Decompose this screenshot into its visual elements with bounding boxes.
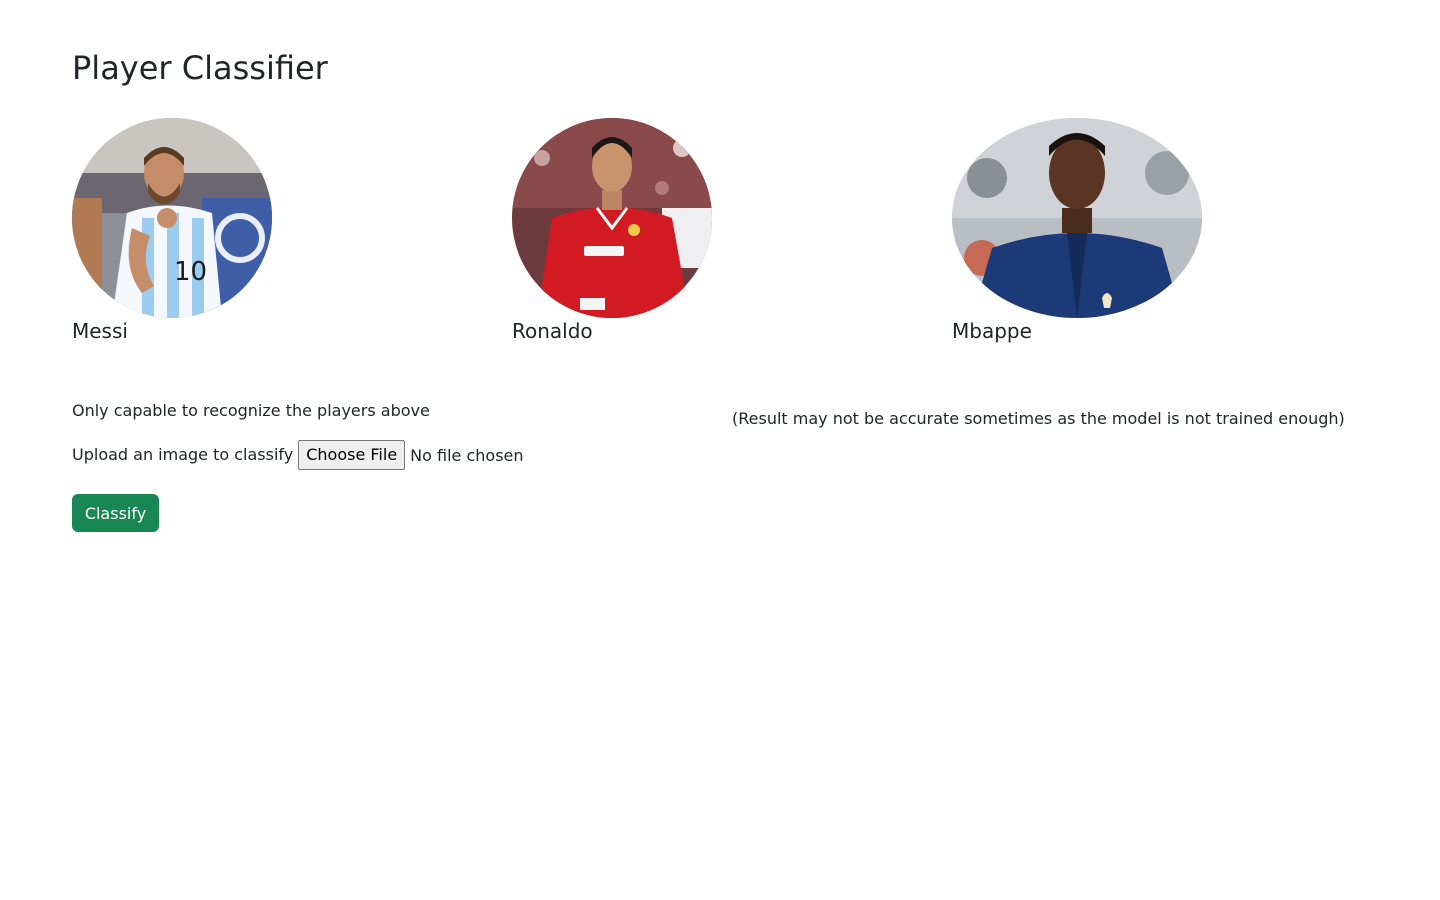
classify-button[interactable]: Classify — [72, 494, 159, 532]
svg-text:10: 10 — [174, 257, 207, 287]
player-photo-ronaldo — [512, 118, 712, 318]
player-card-ronaldo: Ronaldo — [512, 118, 712, 343]
player-card-messi: 10 Messi — [72, 118, 272, 343]
player-photo-mbappe — [952, 118, 1202, 318]
player-photo-messi: 10 — [72, 118, 272, 318]
file-status-text: No file chosen — [410, 445, 524, 465]
page-title: Player Classifier — [72, 49, 328, 87]
accuracy-disclaimer: (Result may not be accurate sometimes as… — [732, 409, 1345, 428]
upload-row: Upload an image to classify Choose File … — [72, 440, 524, 470]
player-name: Ronaldo — [512, 319, 593, 343]
player-card-mbappe: Mbappe — [952, 118, 1202, 343]
capability-note: Only capable to recognize the players ab… — [72, 401, 430, 420]
player-name: Mbappe — [952, 319, 1032, 343]
player-name: Messi — [72, 319, 128, 343]
upload-label: Upload an image to classify — [72, 445, 294, 464]
player-classifier-page: Player Classifier 10 Messi Ronaldo Mbapp… — [0, 0, 1440, 900]
choose-file-button[interactable]: Choose File — [298, 440, 406, 470]
